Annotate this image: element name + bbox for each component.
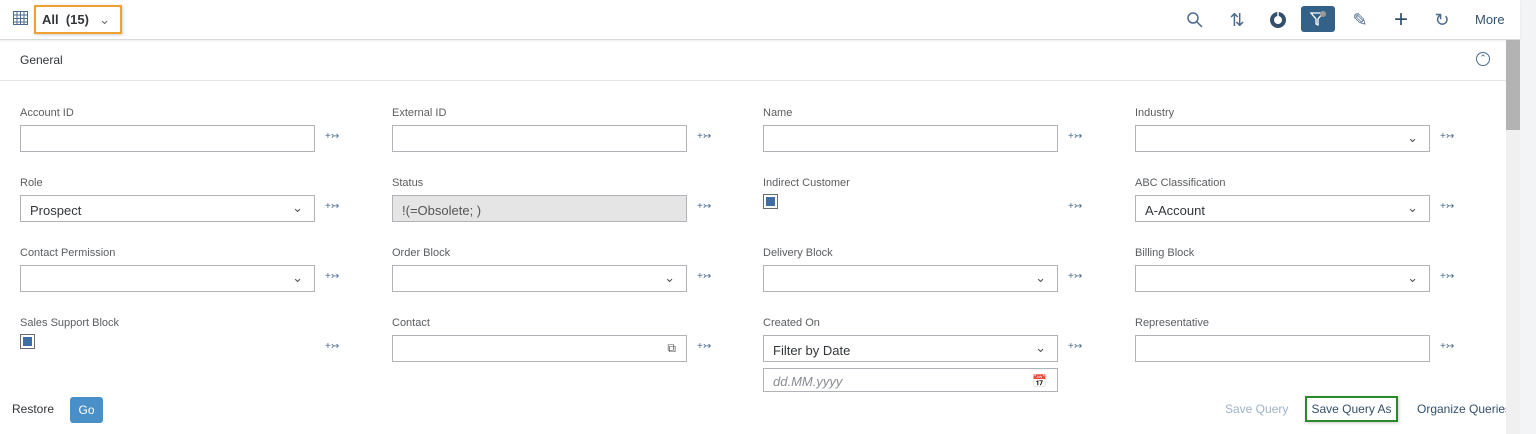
order-block-label: Order Block <box>392 247 451 259</box>
sales-support-block-checkbox[interactable] <box>20 334 35 349</box>
indirect-customer-label: Indirect Customer <box>763 177 850 189</box>
table-icon[interactable] <box>12 10 30 28</box>
add-to-list-icon[interactable]: +↣ <box>325 201 339 212</box>
edit-icon[interactable]: ✎ <box>1347 8 1373 32</box>
status-label: Status <box>392 177 424 189</box>
sales-support-block-label: Sales Support Block <box>20 317 120 329</box>
field-value: Filter by Date <box>773 343 851 358</box>
role-label: Role <box>20 177 43 189</box>
chevron-down-icon[interactable]: ⌄ <box>664 270 675 286</box>
created-on-select[interactable]: Filter by Date ⌄ <box>763 335 1058 362</box>
add-to-list-icon[interactable]: +↣ <box>697 201 711 212</box>
chevron-down-icon[interactable]: ⌄ <box>292 270 303 286</box>
chevron-down-icon[interactable]: ⌄ <box>1407 270 1418 286</box>
checkbox-mark <box>766 197 775 206</box>
filter-panel: All (15) ⌄ ⇅ ✎ + ↻ More General ⌃ Account… <box>0 0 1520 434</box>
add-to-list-icon[interactable]: +↣ <box>325 341 339 352</box>
industry-label: Industry <box>1135 107 1175 119</box>
search-icon[interactable] <box>1182 8 1208 32</box>
sort-icon[interactable]: ⇅ <box>1224 8 1250 32</box>
indirect-customer-checkbox[interactable] <box>763 194 778 209</box>
calendar-icon[interactable]: 📅 <box>1032 374 1047 388</box>
created-on-label: Created On <box>763 317 820 329</box>
contact-input[interactable]: ⧉ <box>392 335 687 362</box>
more-button[interactable]: More <box>1475 12 1505 27</box>
delivery-block-label: Delivery Block <box>763 247 833 259</box>
industry-select[interactable]: ⌄ <box>1135 125 1430 152</box>
account-id-label: Account ID <box>20 107 74 119</box>
chevron-down-icon[interactable]: ⌄ <box>1407 200 1418 216</box>
add-to-list-icon[interactable]: +↣ <box>325 271 339 282</box>
account-id-input[interactable] <box>20 125 315 152</box>
add-to-list-icon[interactable]: +↣ <box>1440 131 1454 142</box>
external-id-label: External ID <box>392 107 447 119</box>
external-id-input[interactable] <box>392 125 687 152</box>
variant-selector[interactable]: All (15) ⌄ <box>34 5 122 34</box>
add-to-list-icon[interactable]: +↣ <box>697 341 711 352</box>
add-to-list-icon[interactable]: +↣ <box>1068 271 1082 282</box>
name-label: Name <box>763 107 793 119</box>
abc-classification-select[interactable]: A-Account ⌄ <box>1135 195 1430 222</box>
save-query-as-button[interactable]: Save Query As <box>1305 396 1398 422</box>
checkbox-mark <box>23 337 32 346</box>
go-button[interactable]: Go <box>70 397 103 423</box>
value-help-icon[interactable]: ⧉ <box>667 341 676 356</box>
date-input[interactable]: dd.MM.yyyy 📅 <box>763 368 1058 392</box>
add-to-list-icon[interactable]: +↣ <box>1068 201 1082 212</box>
chart-icon[interactable] <box>1265 8 1291 32</box>
billing-block-label: Billing Block <box>1135 247 1195 259</box>
add-to-list-icon[interactable]: +↣ <box>1440 341 1454 352</box>
add-to-list-icon[interactable]: +↣ <box>697 271 711 282</box>
add-to-list-icon[interactable]: +↣ <box>697 131 711 142</box>
role-select[interactable]: Prospect ⌄ <box>20 195 315 222</box>
billing-block-select[interactable]: ⌄ <box>1135 265 1430 292</box>
representative-label: Representative <box>1135 317 1209 329</box>
chevron-down-icon: ⌄ <box>99 12 110 27</box>
collapse-icon[interactable]: ⌃ <box>1476 52 1490 66</box>
field-value: !(=Obsolete; ) <box>402 203 482 218</box>
add-to-list-icon[interactable]: +↣ <box>325 131 339 142</box>
filter-icon[interactable] <box>1301 6 1335 32</box>
chevron-down-icon[interactable]: ⌄ <box>292 200 303 216</box>
refresh-icon[interactable]: ↻ <box>1429 8 1455 32</box>
chevron-down-icon[interactable]: ⌄ <box>1407 130 1418 146</box>
status-input[interactable]: !(=Obsolete; ) <box>392 195 687 222</box>
chevron-down-icon[interactable]: ⌄ <box>1035 270 1046 286</box>
contact-permission-select[interactable]: ⌄ <box>20 265 315 292</box>
contact-permission-label: Contact Permission <box>20 247 116 259</box>
field-value: A-Account <box>1145 203 1205 218</box>
section-header: General ⌃ <box>0 40 1506 81</box>
add-to-list-icon[interactable]: +↣ <box>1068 131 1082 142</box>
restore-button[interactable]: Restore <box>12 402 54 416</box>
name-input[interactable] <box>763 125 1058 152</box>
add-icon[interactable]: + <box>1388 6 1414 33</box>
add-to-list-icon[interactable]: +↣ <box>1440 201 1454 212</box>
field-value: Prospect <box>30 203 82 218</box>
add-to-list-icon[interactable]: +↣ <box>1068 341 1082 352</box>
chevron-down-icon[interactable]: ⌄ <box>1035 340 1046 356</box>
organize-queries-button[interactable]: Organize Queries <box>1417 402 1511 416</box>
scrollbar-thumb[interactable] <box>1506 40 1520 130</box>
section-title: General <box>20 53 63 67</box>
save-query-button[interactable]: Save Query <box>1225 402 1288 416</box>
order-block-select[interactable]: ⌄ <box>392 265 687 292</box>
delivery-block-select[interactable]: ⌄ <box>763 265 1058 292</box>
representative-input[interactable] <box>1135 335 1430 362</box>
contact-label: Contact <box>392 317 430 329</box>
toolbar: All (15) ⌄ ⇅ ✎ + ↻ More <box>0 0 1520 40</box>
abc-classification-label: ABC Classification <box>1135 177 1226 189</box>
scrollbar[interactable] <box>1506 40 1520 434</box>
add-to-list-icon[interactable]: +↣ <box>1440 271 1454 282</box>
